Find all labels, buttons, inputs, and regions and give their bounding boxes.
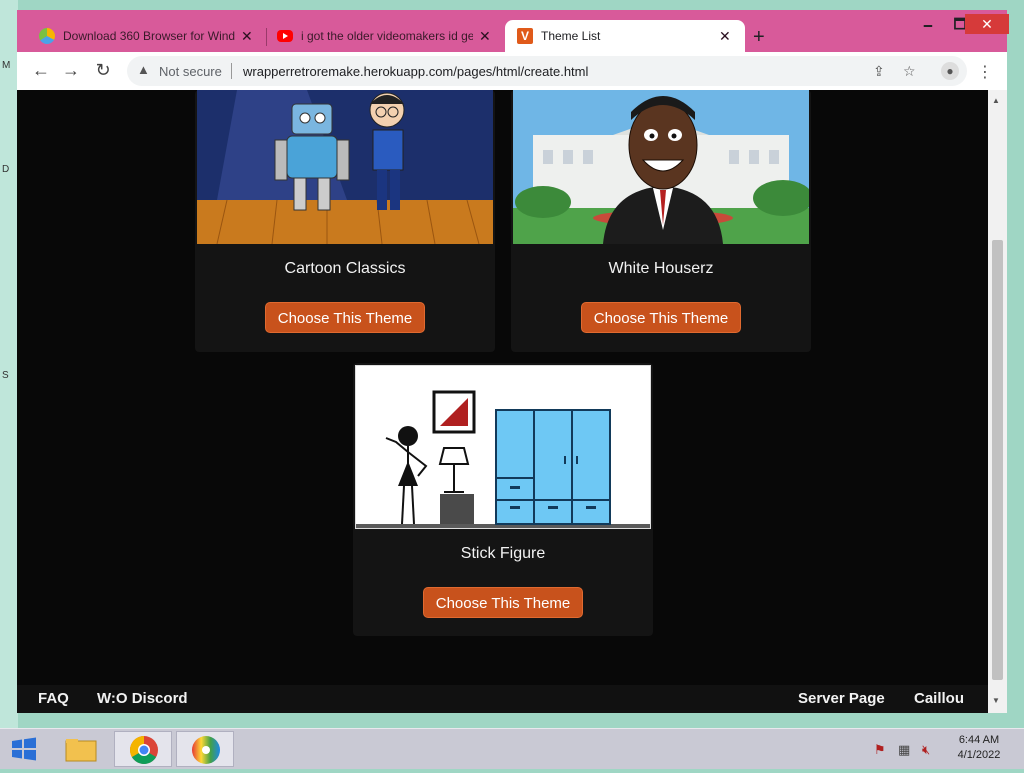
tab-strip: Download 360 Browser for Wind ✕ i got th… — [17, 10, 1009, 52]
footer-link-server-page[interactable]: Server Page — [798, 690, 885, 707]
file-explorer-taskbar-button[interactable] — [52, 731, 110, 767]
system-clock[interactable]: 6:44 AM 4/1/2022 — [944, 733, 1014, 763]
tab-youtube[interactable]: i got the older videomakers id ge ✕ — [267, 20, 505, 52]
folder-icon — [65, 739, 97, 762]
taskbar: ⚑ ▦ 🔇︎ 6:44 AM 4/1/2022 — [0, 728, 1024, 769]
browser-window: Download 360 Browser for Wind ✕ i got th… — [17, 10, 1009, 713]
color-app-taskbar-button[interactable] — [176, 731, 234, 767]
network-icon[interactable]: ▦ — [898, 742, 910, 758]
forward-icon[interactable]: → — [59, 60, 83, 81]
choose-theme-button[interactable]: Choose This Theme — [265, 302, 425, 333]
scroll-up-icon[interactable]: ▲ — [992, 96, 1000, 105]
desktop-background: M D S — [0, 0, 18, 728]
tab-theme-list[interactable]: V Theme List ✕ — [505, 20, 745, 52]
theme-card-white-houserz: White Houserz Choose This Theme — [511, 90, 811, 352]
flag-icon[interactable]: ⚑ — [874, 742, 886, 758]
menu-icon[interactable]: ⋮ — [977, 62, 993, 82]
close-icon[interactable]: ✕ — [719, 28, 731, 45]
browser-toolbar: ← → ↻ ▲ Not secure wrapperretroremake.he… — [17, 52, 1007, 90]
page-content: Cartoon Classics Choose This Theme White… — [17, 90, 988, 713]
desktop-icon-label[interactable]: S — [2, 370, 9, 381]
stick-figure-thumbnail — [355, 365, 651, 529]
close-icon[interactable]: ✕ — [241, 28, 253, 45]
desktop-icon-label[interactable]: M — [2, 60, 10, 71]
page-footer: FAQ W:O Discord Server Page Caillou — [17, 685, 988, 713]
start-button[interactable] — [2, 731, 46, 767]
cartoon-classics-thumbnail — [197, 90, 493, 244]
back-icon[interactable]: ← — [29, 60, 53, 81]
footer-link-faq[interactable]: FAQ — [38, 690, 69, 707]
theme-name: Stick Figure — [460, 545, 546, 562]
profile-avatar-icon[interactable]: ● — [941, 62, 959, 80]
footer-link-caillou[interactable]: Caillou — [914, 690, 964, 707]
address-bar[interactable]: ▲ Not secure wrapperretroremake.herokuap… — [127, 56, 967, 86]
volume-muted-icon[interactable]: 🔇︎ — [922, 742, 930, 758]
new-tab-button[interactable]: + — [753, 26, 765, 49]
theme-card-cartoon-classics: Cartoon Classics Choose This Theme — [195, 90, 495, 352]
choose-theme-button[interactable]: Choose This Theme — [581, 302, 741, 333]
theme-name: Cartoon Classics — [284, 260, 406, 277]
clock-time: 6:44 AM — [958, 734, 1000, 746]
scroll-down-icon[interactable]: ▼ — [992, 696, 1000, 705]
theme-name: White Houserz — [608, 260, 714, 277]
tab-title: i got the older videomakers id ge — [301, 29, 473, 43]
white-houserz-thumbnail — [513, 90, 809, 244]
chrome-icon — [130, 736, 158, 764]
color-wheel-icon — [192, 736, 220, 764]
chrome-taskbar-button[interactable] — [114, 731, 172, 767]
360-browser-icon — [39, 28, 55, 44]
close-button[interactable]: ✕ — [965, 14, 1009, 34]
page-scrollbar[interactable]: ▲ ▼ — [988, 90, 1007, 713]
security-status[interactable]: Not secure — [159, 64, 222, 79]
vyond-v-icon: V — [517, 28, 533, 44]
clock-date: 4/1/2022 — [957, 749, 1001, 761]
theme-card-stick-figure: Stick Figure Choose This Theme — [353, 363, 653, 636]
desktop-icon-label[interactable]: D — [2, 164, 9, 175]
close-icon[interactable]: ✕ — [479, 28, 491, 45]
scroll-thumb[interactable] — [992, 240, 1003, 680]
tab-title: Download 360 Browser for Wind — [63, 29, 235, 43]
choose-theme-button[interactable]: Choose This Theme — [423, 587, 583, 618]
footer-link-discord[interactable]: W:O Discord — [97, 690, 188, 707]
tab-title: Theme List — [541, 29, 601, 43]
tab-360-browser[interactable]: Download 360 Browser for Wind ✕ — [17, 20, 265, 52]
share-icon[interactable]: ⇪ — [873, 63, 885, 80]
divider — [231, 63, 232, 79]
reload-icon[interactable]: ↻ — [91, 60, 115, 81]
url-text[interactable]: wrapperretroremake.herokuapp.com/pages/h… — [243, 64, 588, 79]
warning-icon[interactable]: ▲ — [137, 62, 150, 77]
minimize-button[interactable]: 🗕 — [913, 14, 943, 34]
bookmark-star-icon[interactable]: ☆ — [903, 63, 916, 80]
youtube-icon — [277, 30, 293, 42]
